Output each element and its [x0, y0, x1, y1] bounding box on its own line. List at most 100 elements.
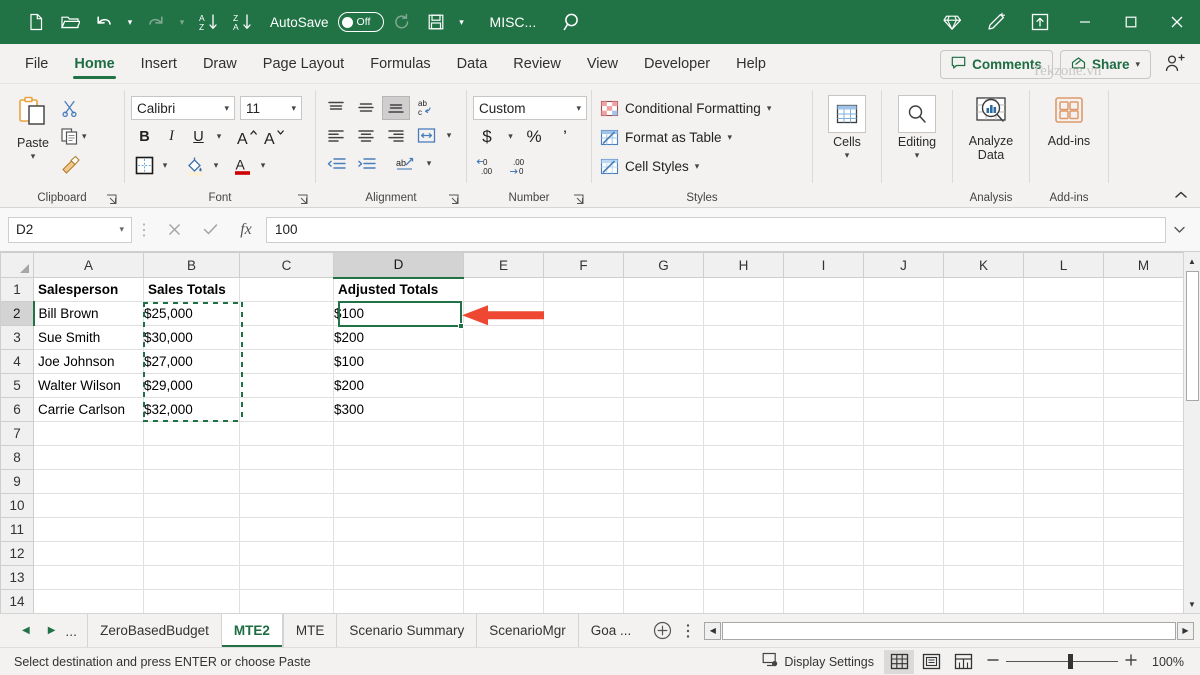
sheet-nav-ellipsis[interactable]: ... [55, 614, 87, 647]
cell-d1[interactable]: Adjusted Totals [334, 278, 464, 302]
cut-button[interactable] [60, 95, 87, 121]
cell-i8[interactable] [784, 446, 864, 470]
cell-d10[interactable] [334, 494, 464, 518]
cell-a6[interactable]: Carrie Carlson [34, 398, 144, 422]
cell-l9[interactable] [1024, 470, 1104, 494]
cell-a13[interactable] [34, 566, 144, 590]
cell-l7[interactable] [1024, 422, 1104, 446]
cell-d3[interactable]: $200 [334, 326, 464, 350]
cell-f12[interactable] [544, 542, 624, 566]
cell-l10[interactable] [1024, 494, 1104, 518]
sheet-tab-zerobasedbudget[interactable]: ZeroBasedBudget [87, 614, 221, 647]
row-header-4[interactable]: 4 [1, 350, 34, 374]
cell-k5[interactable] [944, 374, 1024, 398]
cell-a3[interactable]: Sue Smith [34, 326, 144, 350]
font-family-select[interactable]: Calibri ▾ [131, 96, 235, 120]
row-header-2[interactable]: 2 [1, 302, 34, 326]
orientation-button[interactable]: abc [412, 96, 440, 120]
cell-f6[interactable] [544, 398, 624, 422]
row-header-9[interactable]: 9 [1, 470, 34, 494]
cell-g5[interactable] [624, 374, 704, 398]
cell-e4[interactable] [464, 350, 544, 374]
cell-m2[interactable] [1104, 302, 1184, 326]
new-sheet-button[interactable] [643, 614, 680, 647]
tab-draw[interactable]: Draw [190, 44, 250, 83]
format-as-table-button[interactable]: Format as Table ▾ [598, 125, 771, 150]
paste-chevron-down-icon[interactable]: ▾ [31, 151, 36, 162]
cell-b8[interactable] [144, 446, 240, 470]
cell-c7[interactable] [240, 422, 334, 446]
editing-chevron-down-icon[interactable]: ▾ [915, 150, 920, 161]
cell-b13[interactable] [144, 566, 240, 590]
new-file-icon[interactable] [20, 7, 52, 37]
cell-f13[interactable] [544, 566, 624, 590]
cell-h12[interactable] [704, 542, 784, 566]
copy-button[interactable]: ▾ [60, 123, 87, 149]
column-header-l[interactable]: L [1024, 253, 1104, 278]
cell-l13[interactable] [1024, 566, 1104, 590]
tab-insert[interactable]: Insert [128, 44, 190, 83]
cell-h9[interactable] [704, 470, 784, 494]
cell-j1[interactable] [864, 278, 944, 302]
cell-k9[interactable] [944, 470, 1024, 494]
cell-b10[interactable] [144, 494, 240, 518]
share-button[interactable]: Share ▾ [1060, 50, 1151, 79]
cell-g10[interactable] [624, 494, 704, 518]
cell-l6[interactable] [1024, 398, 1104, 422]
undo-icon[interactable] [88, 7, 120, 37]
column-header-c[interactable]: C [240, 253, 334, 278]
diamond-icon[interactable] [930, 0, 974, 44]
cell-k10[interactable] [944, 494, 1024, 518]
tab-file[interactable]: File [12, 44, 61, 83]
redo-chevron-down-icon[interactable]: ▾ [174, 7, 190, 37]
font-size-select[interactable]: 11 ▾ [240, 96, 302, 120]
cell-b7[interactable] [144, 422, 240, 446]
column-header-h[interactable]: H [704, 253, 784, 278]
cell-j8[interactable] [864, 446, 944, 470]
merge-chevron-down-icon[interactable]: ▾ [422, 158, 436, 169]
cell-f3[interactable] [544, 326, 624, 350]
cell-l11[interactable] [1024, 518, 1104, 542]
italic-button[interactable]: I [158, 124, 185, 149]
cell-h11[interactable] [704, 518, 784, 542]
cell-e5[interactable] [464, 374, 544, 398]
cell-g14[interactable] [624, 590, 704, 614]
cell-e3[interactable] [464, 326, 544, 350]
scroll-up-arrow-icon[interactable]: ▲ [1184, 252, 1200, 270]
percent-style-button[interactable]: % [520, 124, 548, 149]
cell-i11[interactable] [784, 518, 864, 542]
maximize-button[interactable] [1108, 0, 1154, 44]
increase-indent-button[interactable] [352, 152, 380, 176]
align-right-button[interactable] [382, 124, 410, 148]
cell-h6[interactable] [704, 398, 784, 422]
cell-l2[interactable] [1024, 302, 1104, 326]
horizontal-scroll-track[interactable] [722, 622, 1176, 640]
select-all-corner[interactable] [1, 253, 34, 278]
cell-i13[interactable] [784, 566, 864, 590]
cell-j4[interactable] [864, 350, 944, 374]
cell-m14[interactable] [1104, 590, 1184, 614]
comma-style-button[interactable]: ’ [551, 124, 579, 149]
cell-e13[interactable] [464, 566, 544, 590]
customize-quick-access-chevron-icon[interactable]: ▾ [454, 7, 470, 37]
share-chevron-down-icon[interactable]: ▾ [1135, 59, 1140, 70]
row-header-1[interactable]: 1 [1, 278, 34, 302]
row-header-12[interactable]: 12 [1, 542, 34, 566]
close-button[interactable] [1154, 0, 1200, 44]
tab-formulas[interactable]: Formulas [357, 44, 443, 83]
cell-h2[interactable] [704, 302, 784, 326]
cell-d4[interactable]: $100 [334, 350, 464, 374]
chevron-down-icon[interactable]: ▾ [728, 132, 733, 143]
display-settings-button[interactable]: Display Settings [754, 652, 882, 671]
tab-data[interactable]: Data [444, 44, 501, 83]
wrap-text-button[interactable] [412, 124, 440, 148]
cell-j12[interactable] [864, 542, 944, 566]
cell-l1[interactable] [1024, 278, 1104, 302]
cell-k1[interactable] [944, 278, 1024, 302]
cells-button[interactable]: Cells ▾ [820, 91, 874, 161]
cell-g8[interactable] [624, 446, 704, 470]
borders-button[interactable] [131, 153, 158, 178]
cell-c13[interactable] [240, 566, 334, 590]
row-header-6[interactable]: 6 [1, 398, 34, 422]
zoom-out-button[interactable] [986, 653, 1000, 670]
